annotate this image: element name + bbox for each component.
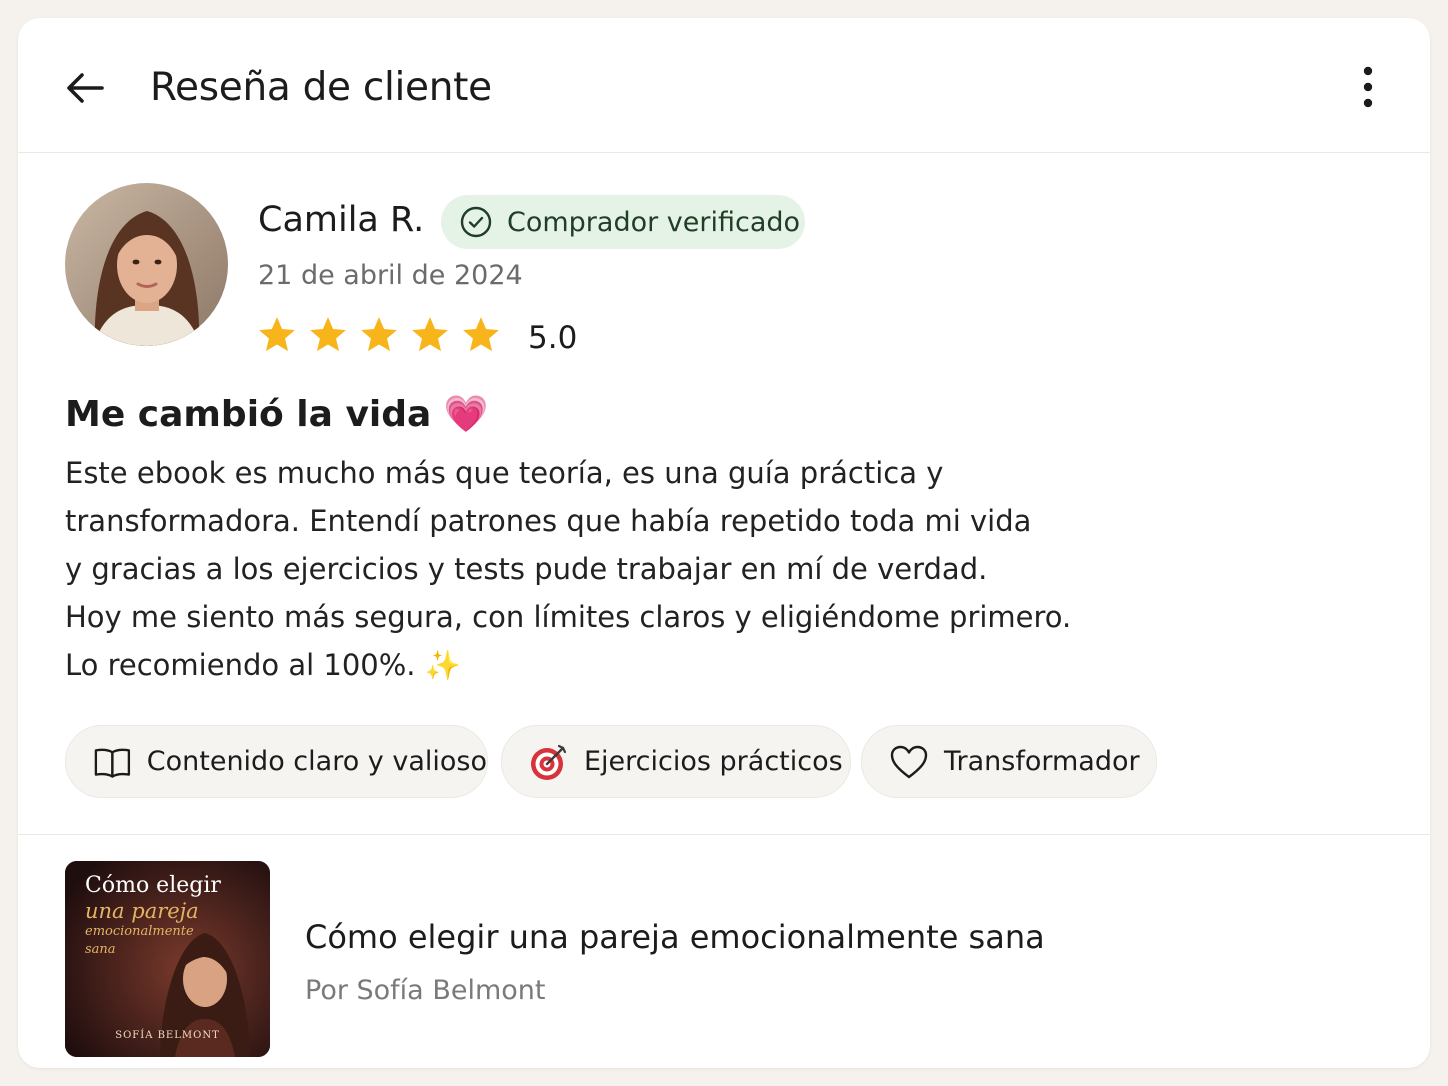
product-author: Por Sofía Belmont	[305, 975, 546, 1006]
avatar	[65, 183, 228, 346]
cover-subtitle: sana	[85, 942, 116, 957]
page-title: Reseña de cliente	[150, 65, 492, 110]
cover-subtitle: una pareja	[85, 899, 199, 923]
star-icon	[463, 317, 499, 352]
reviewer-name: Camila R.	[258, 200, 425, 240]
star-icon	[412, 317, 448, 352]
tag-contenido-claro[interactable]: Contenido claro y valioso	[65, 725, 488, 798]
star-rating	[256, 314, 511, 356]
cover-subtitle: emocionalmente	[85, 924, 194, 939]
tag-ejercicios-practicos[interactable]: Ejercicios prácticos	[501, 725, 851, 798]
rating-value: 5.0	[528, 320, 578, 356]
review-line: Este ebook es mucho más que teoría, es u…	[65, 456, 944, 490]
cover-author: SOFÍA BELMONT	[115, 1030, 220, 1041]
arrow-left-icon	[67, 73, 104, 103]
review-line: y gracias a los ejercicios y tests pude …	[65, 552, 988, 586]
review-body: Este ebook es mucho más que teoría, es u…	[65, 449, 1145, 689]
tag-label: Contenido claro y valioso	[146, 746, 487, 777]
target-icon	[531, 744, 567, 780]
more-options-button[interactable]	[1356, 66, 1380, 110]
heart-icon	[890, 745, 928, 778]
review-line: Lo recomiendo al 100%. ✨	[65, 648, 461, 682]
star-icon	[361, 317, 397, 352]
review-title: Me cambió la vida 💗	[65, 394, 489, 435]
tag-label: Ejercicios prácticos	[584, 746, 843, 777]
review-date: 21 de abril de 2024	[258, 260, 523, 291]
badge-label: Comprador verificado	[507, 206, 801, 238]
tag-transformador[interactable]: Transformador	[861, 725, 1157, 798]
section-divider	[18, 834, 1430, 835]
book-icon	[94, 748, 131, 778]
star-icon	[259, 317, 295, 352]
check-circle-icon	[460, 206, 492, 238]
star-icon	[310, 317, 346, 352]
cover-title: Cómo elegir	[85, 873, 221, 898]
tag-label: Transformador	[944, 746, 1140, 777]
more-vertical-icon	[1363, 66, 1373, 108]
review-line: Hoy me siento más segura, con límites cl…	[65, 600, 1072, 634]
review-card: Reseña de cliente Camila R. Comprador ve…	[18, 18, 1430, 1068]
header-bar: Reseña de cliente	[18, 18, 1430, 153]
book-cover[interactable]: Cómo elegir una pareja emocionalmente sa…	[65, 861, 270, 1057]
back-button[interactable]	[62, 64, 110, 112]
product-title[interactable]: Cómo elegir una pareja emocionalmente sa…	[305, 916, 1045, 958]
review-line: transformadora. Entendí patrones que hab…	[65, 504, 1032, 538]
verified-buyer-badge: Comprador verificado	[441, 195, 805, 249]
